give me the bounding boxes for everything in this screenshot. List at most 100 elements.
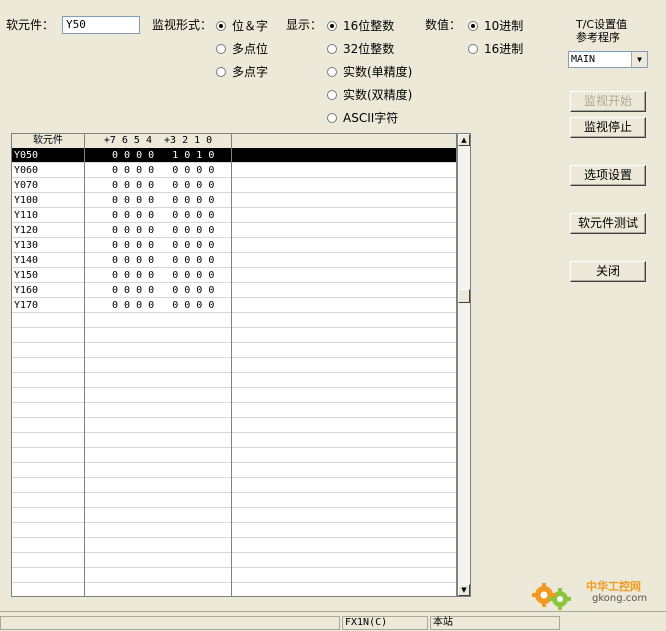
table-row[interactable] [12, 373, 456, 388]
radio-icon[interactable] [468, 20, 478, 31]
row-bits: 0 0 0 0 0 0 0 0 [112, 240, 215, 251]
radio-icon[interactable] [327, 89, 337, 100]
row-device: Y060 [14, 165, 39, 176]
radio-icon[interactable] [468, 43, 478, 54]
header-bits: +7 6 5 4 +3 2 1 0 [85, 134, 232, 148]
table-header: 软元件 +7 6 5 4 +3 2 1 0 [12, 134, 456, 149]
table-row[interactable] [12, 523, 456, 538]
radio-icon[interactable] [327, 20, 337, 31]
table-row[interactable]: Y050 0 0 0 0 1 0 1 0 [12, 148, 456, 163]
display-option-label: 32位整数 [343, 42, 395, 56]
row-device: Y130 [14, 240, 39, 251]
row-bits: 0 0 0 0 0 0 0 0 [112, 165, 215, 176]
row-bits: 0 0 0 0 0 0 0 0 [112, 270, 215, 281]
number-label: 数值： [425, 18, 462, 32]
table-row[interactable]: Y120 0 0 0 0 0 0 0 0 [12, 223, 456, 238]
table-row[interactable] [12, 553, 456, 568]
table-row[interactable] [12, 358, 456, 373]
radio-icon[interactable] [327, 66, 337, 77]
watermark-brand: 中华工控网 [586, 580, 641, 593]
monitor-mode-option[interactable]: 位＆字 [216, 17, 268, 34]
table-row[interactable] [12, 493, 456, 508]
table-row[interactable]: Y170 0 0 0 0 0 0 0 0 [12, 298, 456, 313]
table-row[interactable] [12, 448, 456, 463]
table-row[interactable] [12, 418, 456, 433]
scroll-down-icon[interactable]: ▼ [458, 584, 470, 596]
row-bits: 0 0 0 0 0 0 0 0 [112, 195, 215, 206]
gear-icon [532, 583, 571, 610]
display-option[interactable]: ASCII字符 [327, 109, 398, 126]
table-row[interactable]: Y070 0 0 0 0 0 0 0 0 [12, 178, 456, 193]
monitor-mode-option[interactable]: 多点字 [216, 63, 268, 80]
monitor-mode-option-label: 多点字 [232, 65, 269, 79]
row-bits: 0 0 0 0 0 0 0 0 [112, 180, 215, 191]
options-button[interactable]: 选项设置 [570, 165, 646, 186]
status-station: 本站 [430, 616, 560, 630]
row-bits: 0 0 0 0 0 0 0 0 [112, 300, 215, 311]
device-test-button[interactable]: 软元件测试 [570, 213, 646, 234]
table-row[interactable]: Y150 0 0 0 0 0 0 0 0 [12, 268, 456, 283]
table-row[interactable] [12, 463, 456, 478]
table-row[interactable] [12, 313, 456, 328]
monitor-mode-option[interactable]: 多点位 [216, 40, 268, 57]
row-bits: 0 0 0 0 0 0 0 0 [112, 225, 215, 236]
row-bits: 0 0 0 0 1 0 1 0 [112, 150, 215, 161]
display-option-label: 实数(单精度) [343, 65, 413, 79]
table-row[interactable]: Y100 0 0 0 0 0 0 0 0 [12, 193, 456, 208]
device-input[interactable]: Y50 [62, 16, 140, 34]
radio-icon[interactable] [327, 43, 337, 54]
monitor-mode-label: 监视形式： [152, 18, 213, 32]
table-row[interactable] [12, 328, 456, 343]
monitor-table[interactable]: 软元件 +7 6 5 4 +3 2 1 0 Y050 0 0 0 0 1 0 1 … [11, 133, 457, 597]
radio-icon[interactable] [216, 66, 226, 77]
row-device: Y100 [14, 195, 39, 206]
table-row[interactable]: Y140 0 0 0 0 0 0 0 0 [12, 253, 456, 268]
table-row[interactable] [12, 433, 456, 448]
display-option[interactable]: 实数(双精度) [327, 86, 412, 103]
program-select[interactable]: MAIN ▼ [568, 51, 648, 68]
table-row[interactable] [12, 403, 456, 418]
gkong-watermark: 中华工控网 gkong.com [530, 575, 662, 615]
device-label: 软元件： [6, 18, 55, 32]
scroll-thumb[interactable] [458, 289, 470, 303]
table-row[interactable]: Y130 0 0 0 0 0 0 0 0 [12, 238, 456, 253]
table-row[interactable]: Y160 0 0 0 0 0 0 0 0 [12, 283, 456, 298]
radio-icon[interactable] [216, 43, 226, 54]
header-device: 软元件 [12, 134, 85, 148]
number-base-option-label: 16进制 [484, 42, 524, 56]
close-button[interactable]: 关闭 [570, 261, 646, 282]
table-row[interactable] [12, 568, 456, 583]
row-device: Y160 [14, 285, 39, 296]
radio-icon[interactable] [327, 112, 337, 123]
number-base-option[interactable]: 16进制 [468, 40, 523, 57]
monitor-start-button[interactable]: 监视开始 [570, 91, 646, 112]
radio-icon[interactable] [216, 20, 226, 31]
table-row[interactable] [12, 478, 456, 493]
row-device: Y170 [14, 300, 39, 311]
table-row[interactable] [12, 508, 456, 523]
column-divider [231, 148, 232, 596]
table-row[interactable] [12, 583, 456, 596]
display-option[interactable]: 16位整数 [327, 17, 394, 34]
program-select-value: MAIN [571, 54, 596, 65]
monitor-mode-option-label: 位＆字 [232, 19, 269, 33]
table-scrollbar[interactable]: ▲ ▼ [457, 133, 471, 597]
status-bar: FX1N(C) 本站 [0, 611, 666, 631]
display-option-label: 16位整数 [343, 19, 395, 33]
number-base-option[interactable]: 10进制 [468, 17, 523, 34]
display-option[interactable]: 32位整数 [327, 40, 394, 57]
table-row[interactable] [12, 538, 456, 553]
table-row[interactable] [12, 343, 456, 358]
chevron-down-icon[interactable]: ▼ [631, 52, 647, 67]
status-panel-empty [0, 616, 340, 630]
table-row[interactable] [12, 388, 456, 403]
display-option[interactable]: 实数(单精度) [327, 63, 412, 80]
table-row[interactable]: Y060 0 0 0 0 0 0 0 0 [12, 163, 456, 178]
table-row[interactable]: Y110 0 0 0 0 0 0 0 0 [12, 208, 456, 223]
row-device: Y050 [14, 150, 39, 161]
row-bits: 0 0 0 0 0 0 0 0 [112, 285, 215, 296]
scroll-up-icon[interactable]: ▲ [458, 134, 470, 146]
display-label: 显示： [286, 18, 323, 32]
number-base-option-label: 10进制 [484, 19, 524, 33]
monitor-stop-button[interactable]: 监视停止 [570, 117, 646, 138]
